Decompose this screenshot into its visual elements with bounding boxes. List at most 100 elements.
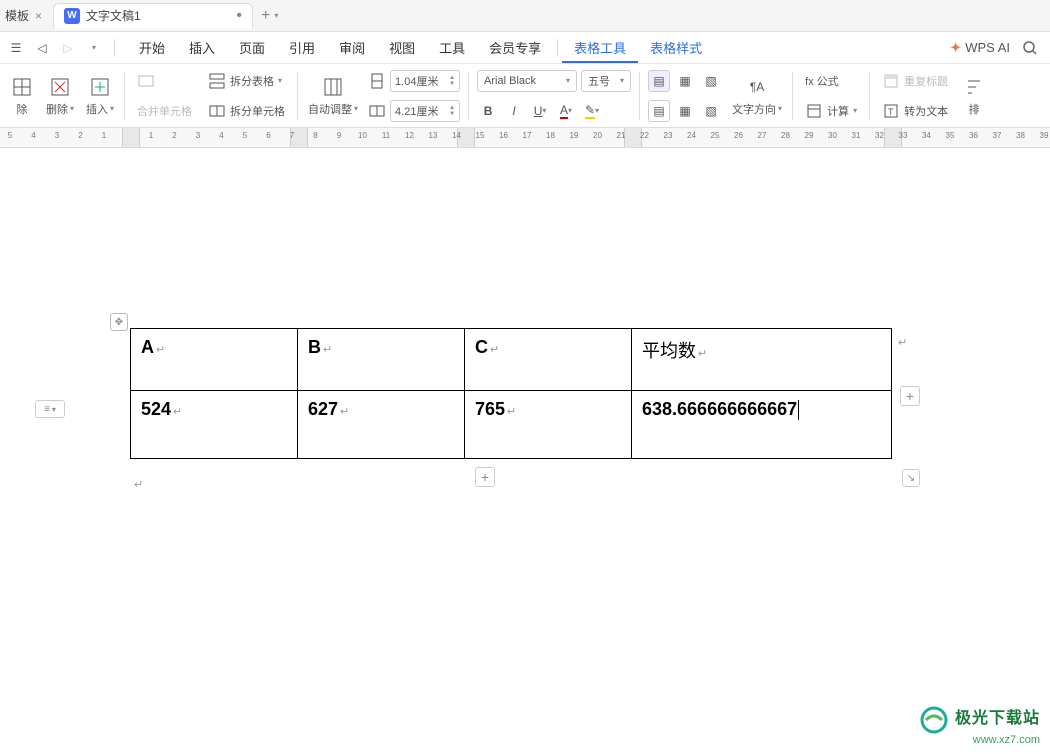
calc-button[interactable]: 计算▾ xyxy=(801,100,861,122)
ruler-tick: 5 xyxy=(235,131,255,140)
font-color-button[interactable]: A▾ xyxy=(555,100,577,122)
menu-page[interactable]: 页面 xyxy=(227,32,277,63)
formula-button[interactable]: fx 公式 xyxy=(801,71,843,91)
ruler-tick: 17 xyxy=(517,131,537,140)
menu-insert[interactable]: 插入 xyxy=(177,32,227,63)
chevron-down-icon[interactable]: ▾ xyxy=(84,38,104,58)
align-top-left-button[interactable]: ▤ xyxy=(648,70,670,92)
label: 除 xyxy=(17,101,28,117)
font-size-select[interactable]: 五号▾ xyxy=(581,70,631,92)
wps-ai-button[interactable]: ✦ WPS AI xyxy=(950,40,1010,56)
to-text-button[interactable]: T 转为文本 xyxy=(878,100,952,122)
table-resize-handle[interactable]: ↘ xyxy=(902,469,920,487)
font-select[interactable]: Arial Black▾ xyxy=(477,70,577,92)
add-row-button[interactable]: + xyxy=(475,467,495,487)
merge-cells-button[interactable] xyxy=(133,70,159,92)
paragraph-mark-icon: ↵ xyxy=(698,348,707,360)
align-mid-right-button[interactable]: ▧ xyxy=(700,100,722,122)
table-cell[interactable]: 765↵ xyxy=(465,391,632,459)
menu-member[interactable]: 会员专享 xyxy=(477,32,553,63)
ruler-tick: 37 xyxy=(987,131,1007,140)
ruler-tick: 33 xyxy=(893,131,913,140)
back-icon[interactable]: ◁ xyxy=(32,38,52,58)
row-height-input[interactable]: 1.04厘米 ▲▼ xyxy=(390,70,460,92)
value: Arial Black xyxy=(484,75,536,87)
split-cell-button[interactable]: 拆分单元格 xyxy=(204,100,289,122)
document-area[interactable]: ✥ ≡ ▾ A↵ B↵ C↵ 平均数↵ 524↵ 627↵ 765↵ 638.6… xyxy=(0,148,1050,754)
align-top-center-button[interactable]: ▦ xyxy=(674,70,696,92)
value: 4.21厘米 xyxy=(395,103,438,119)
menu-tools[interactable]: 工具 xyxy=(427,32,477,63)
tab-document[interactable]: W 文字文稿1 • xyxy=(53,3,253,29)
autofit-button[interactable]: 自动调整▾ xyxy=(302,68,364,124)
ruler-marker[interactable] xyxy=(122,128,140,147)
table-cell[interactable]: C↵ xyxy=(465,329,632,391)
text-direction-button[interactable]: ¶A 文字方向▾ xyxy=(726,68,788,124)
bold-button[interactable]: B xyxy=(477,100,499,122)
delete-button[interactable]: 删除▾ xyxy=(40,68,80,124)
ruler-tick: 8 xyxy=(306,131,326,140)
table-row[interactable]: A↵ B↵ C↵ 平均数↵ xyxy=(131,329,892,391)
ruler-tick: 32 xyxy=(870,131,890,140)
repeat-header-button[interactable]: 重复标题 xyxy=(878,70,952,92)
menu-table-tools[interactable]: 表格工具 xyxy=(562,32,638,63)
chevron-down-icon[interactable]: ▾ xyxy=(274,11,278,20)
tab-template[interactable]: 模板 × xyxy=(0,3,53,29)
ruler-tick: 26 xyxy=(729,131,749,140)
menu-start[interactable]: 开始 xyxy=(127,32,177,63)
align-top-right-button[interactable]: ▧ xyxy=(700,70,722,92)
italic-button[interactable]: I xyxy=(503,100,525,122)
ruler-tick: 39 xyxy=(1034,131,1050,140)
ruler-tick: 28 xyxy=(776,131,796,140)
new-tab-button[interactable]: + ▾ xyxy=(253,7,286,25)
label: 拆分表格 xyxy=(230,73,274,89)
align-mid-center-button[interactable]: ▦ xyxy=(674,100,696,122)
table-cell[interactable]: B↵ xyxy=(298,329,465,391)
table-cell[interactable]: A↵ xyxy=(131,329,298,391)
table-cell[interactable]: 627↵ xyxy=(298,391,465,459)
table-move-handle[interactable]: ✥ xyxy=(110,313,128,331)
table-cell[interactable]: 平均数↵ xyxy=(632,329,892,391)
row-handle[interactable]: ≡ ▾ xyxy=(35,400,65,418)
split-table-button[interactable]: 拆分表格▾ xyxy=(204,70,286,92)
merge-cells-label[interactable]: 合并单元格 xyxy=(133,101,196,121)
underline-button[interactable]: U▾ xyxy=(529,100,551,122)
menu-icon[interactable]: ☰ xyxy=(6,38,26,58)
document-table[interactable]: A↵ B↵ C↵ 平均数↵ 524↵ 627↵ 765↵ 638.6666666… xyxy=(130,328,892,459)
delete-top-button[interactable]: 除 xyxy=(4,68,40,124)
menu-reference[interactable]: 引用 xyxy=(277,32,327,63)
ruler-tick: 2 xyxy=(71,131,91,140)
add-column-button[interactable]: + xyxy=(900,386,920,406)
align-mid-left-button[interactable]: ▤ xyxy=(648,100,670,122)
horizontal-ruler[interactable]: 5432112345678910111213141516171819202122… xyxy=(0,128,1050,148)
separator xyxy=(792,72,793,120)
menu-view[interactable]: 视图 xyxy=(377,32,427,63)
ruler-tick: 13 xyxy=(423,131,443,140)
label: 自动调整 xyxy=(308,101,352,117)
paragraph-mark-icon: ↵ xyxy=(507,406,516,418)
table-cell[interactable]: 524↵ xyxy=(131,391,298,459)
close-icon[interactable]: × xyxy=(35,9,42,23)
insert-button[interactable]: 插入▾ xyxy=(80,68,120,124)
wps-ai-label: WPS AI xyxy=(965,40,1010,55)
unsaved-dot-icon: • xyxy=(236,8,242,24)
watermark-title: 极光下载站 xyxy=(955,710,1040,727)
table-cell[interactable]: 638.666666666667 xyxy=(632,391,892,459)
ruler-tick: 14 xyxy=(447,131,467,140)
search-icon[interactable] xyxy=(1020,38,1040,58)
ruler-tick: 29 xyxy=(799,131,819,140)
highlight-button[interactable]: ✎▾ xyxy=(581,100,603,122)
cell-text: 524 xyxy=(141,399,171,419)
ruler-tick: 11 xyxy=(376,131,396,140)
sort-icon xyxy=(962,75,986,99)
menu-review[interactable]: 审阅 xyxy=(327,32,377,63)
col-width-input[interactable]: 4.21厘米 ▲▼ xyxy=(390,100,460,122)
menu-table-style[interactable]: 表格样式 xyxy=(638,32,714,63)
table-row[interactable]: 524↵ 627↵ 765↵ 638.666666666667 xyxy=(131,391,892,459)
separator xyxy=(639,72,640,120)
ruler-tick: 4 xyxy=(24,131,44,140)
sort-button[interactable]: 排 xyxy=(956,68,986,124)
value: 五号 xyxy=(588,73,610,89)
forward-icon[interactable]: ▷ xyxy=(58,38,78,58)
cell-text: C xyxy=(475,337,488,357)
